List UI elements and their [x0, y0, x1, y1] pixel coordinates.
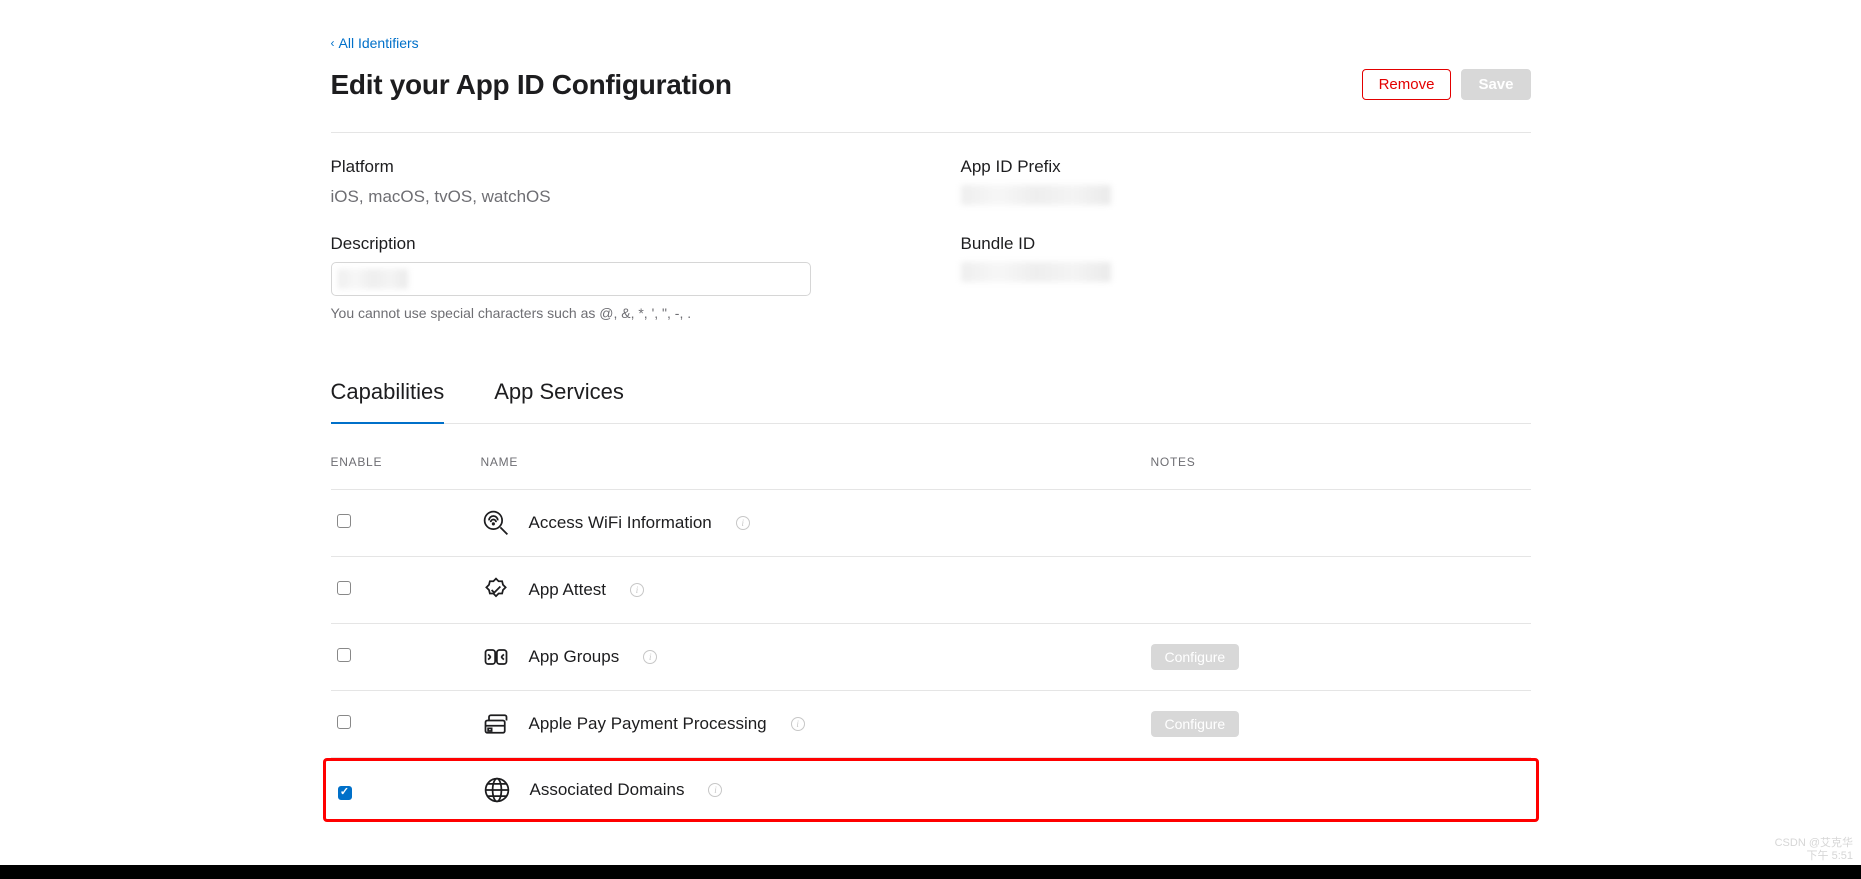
platform-value: iOS, macOS, tvOS, watchOS — [331, 185, 901, 209]
info-icon[interactable]: i — [791, 717, 805, 731]
configure-button: Configure — [1151, 711, 1240, 737]
col-enable: ENABLE — [331, 454, 481, 471]
tabs: Capabilities App Services — [331, 377, 1531, 424]
platform-field: Platform iOS, macOS, tvOS, watchOS — [331, 155, 901, 212]
page-container: ‹ All Identifiers Edit your App ID Confi… — [331, 0, 1531, 822]
description-label: Description — [331, 232, 901, 256]
capability-row-app-groups: App Groups i Configure — [331, 624, 1531, 691]
globe-icon — [482, 775, 512, 805]
app-groups-icon — [481, 642, 511, 672]
capability-label: Apple Pay Payment Processing — [529, 712, 767, 736]
prefix-value-redacted — [961, 185, 1111, 205]
chevron-left-icon: ‹ — [331, 35, 335, 52]
checkbox-app-groups[interactable] — [337, 648, 351, 662]
info-icon[interactable]: i — [708, 783, 722, 797]
capability-label: App Groups — [529, 645, 620, 669]
prefix-field: App ID Prefix — [961, 155, 1531, 212]
wifi-search-icon — [481, 508, 511, 538]
save-button: Save — [1461, 69, 1530, 100]
back-link[interactable]: ‹ All Identifiers — [331, 34, 419, 54]
col-name: NAME — [481, 454, 1151, 471]
header: Edit your App ID Configuration Remove Sa… — [331, 65, 1531, 133]
capability-label: Access WiFi Information — [529, 511, 712, 535]
info-icon[interactable]: i — [630, 583, 644, 597]
checkbox-access-wifi[interactable] — [337, 514, 351, 528]
platform-label: Platform — [331, 155, 901, 179]
info-grid: Platform iOS, macOS, tvOS, watchOS App I… — [331, 155, 1531, 323]
description-hint: You cannot use special characters such a… — [331, 304, 901, 324]
capability-row-access-wifi: Access WiFi Information i — [331, 490, 1531, 557]
tab-app-services[interactable]: App Services — [494, 377, 624, 423]
checkbox-associated-domains[interactable] — [338, 786, 352, 800]
wallet-cards-icon — [481, 709, 511, 739]
tab-capabilities[interactable]: Capabilities — [331, 377, 445, 424]
capability-row-app-attest: App Attest i — [331, 557, 1531, 624]
capability-row-apple-pay: Apple Pay Payment Processing i Configure — [331, 691, 1531, 758]
remove-button[interactable]: Remove — [1362, 69, 1452, 100]
capability-row-associated-domains: Associated Domains i — [323, 758, 1539, 822]
checkbox-app-attest[interactable] — [337, 581, 351, 595]
checkbox-apple-pay[interactable] — [337, 715, 351, 729]
info-icon[interactable]: i — [643, 650, 657, 664]
header-buttons: Remove Save — [1362, 69, 1531, 100]
description-field: Description You cannot use special chara… — [331, 232, 901, 323]
description-input[interactable] — [331, 262, 811, 296]
configure-button: Configure — [1151, 644, 1240, 670]
capability-label: Associated Domains — [530, 778, 685, 802]
info-icon[interactable]: i — [736, 516, 750, 530]
bundle-value-redacted — [961, 262, 1111, 282]
back-link-label: All Identifiers — [339, 34, 419, 54]
attest-badge-icon — [481, 575, 511, 605]
capability-label: App Attest — [529, 578, 607, 602]
taskbar — [0, 865, 1861, 879]
prefix-label: App ID Prefix — [961, 155, 1531, 179]
col-notes: NOTES — [1151, 454, 1531, 471]
bundle-label: Bundle ID — [961, 232, 1531, 256]
capabilities-table: ENABLE NAME NOTES Access WiFi Informatio… — [331, 424, 1531, 822]
bundle-field: Bundle ID — [961, 232, 1531, 323]
description-value-redacted — [338, 269, 408, 289]
watermark: CSDN @艾克华 下午 5:51 — [1775, 837, 1853, 863]
page-title: Edit your App ID Configuration — [331, 65, 732, 104]
table-header: ENABLE NAME NOTES — [331, 424, 1531, 490]
